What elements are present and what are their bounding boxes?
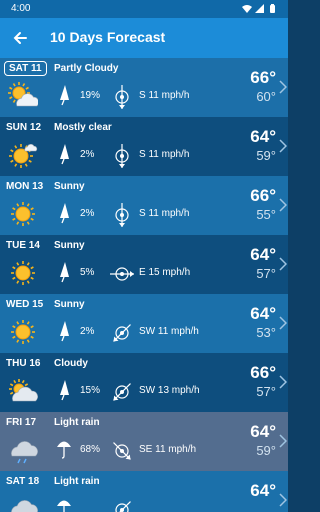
partly-cloudy-icon — [8, 81, 39, 111]
back-arrow-icon — [13, 32, 27, 44]
wind-speed: SW 13 mph/h — [139, 385, 200, 396]
wind-speed: S 11 mph/h — [139, 208, 190, 219]
day-label: TUE 14 — [6, 240, 40, 251]
precip-chance: 2% — [80, 149, 95, 160]
condition-label: Partly Cloudy — [54, 63, 119, 74]
back-button[interactable] — [6, 24, 34, 52]
temp-high: 64° — [250, 304, 276, 323]
umbrella-closed-icon — [56, 143, 72, 165]
precip-chance: 19% — [80, 90, 101, 101]
wind-compass-icon — [109, 261, 135, 287]
forecast-row[interactable]: WED 15 Sunny 2% SW 11 mph/h 64° 53° — [0, 294, 288, 353]
chevron-right-icon — [279, 198, 288, 212]
light-rain-icon — [8, 435, 38, 465]
temp-low: 59° — [256, 148, 276, 163]
umbrella-closed-icon — [56, 84, 72, 106]
chevron-right-icon — [279, 493, 288, 507]
temp-low: 55° — [256, 207, 276, 222]
forecast-row[interactable]: SAT 18 Light rain 64° — [0, 471, 288, 512]
precip-chance: 68% — [80, 444, 101, 455]
condition-label: Sunny — [54, 299, 85, 310]
wifi-icon — [242, 5, 252, 13]
day-label: SAT 11 — [4, 61, 47, 76]
mostly-clear-icon — [8, 140, 38, 170]
forecast-row[interactable]: MON 13 Sunny 2% S 11 mph/h 66° 55° — [0, 176, 288, 235]
umbrella-closed-icon — [56, 261, 72, 283]
temp-low: 60° — [256, 89, 276, 104]
app-bar: 10 Days Forecast — [0, 18, 288, 58]
wind-compass-icon — [109, 202, 135, 228]
temp-high: 64° — [250, 245, 276, 264]
wind-compass-icon — [109, 379, 135, 405]
status-time: 4:00 — [11, 3, 31, 14]
temp-low: 59° — [256, 443, 276, 458]
battery-icon — [270, 4, 275, 13]
temp-high: 64° — [250, 127, 276, 146]
precip-chance: 15% — [80, 385, 101, 396]
forecast-row[interactable]: THU 16 Cloudy 15% SW 13 mph/h 66° 57° — [0, 353, 288, 412]
light-rain-icon — [8, 494, 38, 512]
chevron-right-icon — [279, 257, 288, 271]
day-label: MON 13 — [6, 181, 44, 192]
forecast-row[interactable]: TUE 14 Sunny 5% E 15 mph/h 64° 57° — [0, 235, 288, 294]
status-bar: 4:00 — [0, 0, 288, 18]
page-title: 10 Days Forecast — [50, 29, 166, 45]
umbrella-closed-icon — [56, 320, 72, 342]
chevron-right-icon — [279, 139, 288, 153]
chevron-right-icon — [279, 80, 288, 94]
forecast-row[interactable]: FRI 17 Light rain 68% SE 11 mph/h 64° 59… — [0, 412, 288, 471]
temp-low: 57° — [256, 266, 276, 281]
chevron-right-icon — [279, 375, 288, 389]
temp-low: 53° — [256, 325, 276, 340]
umbrella-closed-icon — [56, 379, 72, 401]
umbrella-open-icon — [56, 497, 72, 512]
wind-compass-icon — [109, 497, 135, 512]
wind-speed: SW 11 mph/h — [139, 326, 199, 337]
sun-icon — [8, 199, 38, 229]
temp-high: 66° — [250, 363, 276, 382]
forecast-list[interactable]: SAT 11 Partly Cloudy 19% S 11 mph/h 66° … — [0, 58, 288, 512]
temp-high: 64° — [250, 481, 276, 500]
wind-compass-icon — [109, 143, 135, 169]
wind-speed: S 11 mph/h — [139, 149, 190, 160]
condition-label: Mostly clear — [54, 122, 112, 133]
chevron-right-icon — [279, 434, 288, 448]
forecast-row[interactable]: SAT 11 Partly Cloudy 19% S 11 mph/h 66° … — [0, 58, 288, 117]
day-label: FRI 17 — [6, 417, 37, 428]
wind-speed: E 15 mph/h — [139, 267, 191, 278]
day-label: SUN 12 — [6, 122, 42, 133]
condition-label: Sunny — [54, 181, 85, 192]
status-icons — [240, 4, 280, 14]
day-label: SAT 18 — [6, 476, 40, 487]
forecast-row[interactable]: SUN 12 Mostly clear 2% S 11 mph/h 64° 59… — [0, 117, 288, 176]
wind-compass-icon — [109, 320, 135, 346]
day-label: THU 16 — [6, 358, 41, 369]
condition-label: Cloudy — [54, 358, 88, 369]
cloudy-icon — [8, 376, 38, 406]
signal-icon — [255, 4, 264, 13]
sun-icon — [8, 317, 38, 347]
umbrella-open-icon — [56, 438, 72, 460]
precip-chance: 5% — [80, 267, 95, 278]
precip-chance: 2% — [80, 208, 95, 219]
temp-high: 64° — [250, 422, 276, 441]
sun-icon — [8, 258, 38, 288]
condition-label: Sunny — [54, 240, 85, 251]
wind-compass-icon — [109, 438, 135, 464]
precip-chance: 2% — [80, 326, 95, 337]
wind-compass-icon — [109, 84, 135, 110]
temp-high: 66° — [250, 186, 276, 205]
chevron-right-icon — [279, 316, 288, 330]
wind-speed: S 11 mph/h — [139, 90, 190, 101]
temp-high: 66° — [250, 68, 276, 87]
condition-label: Light rain — [54, 417, 100, 428]
umbrella-closed-icon — [56, 202, 72, 224]
condition-label: Light rain — [54, 476, 100, 487]
temp-low: 57° — [256, 384, 276, 399]
day-label: WED 15 — [6, 299, 44, 310]
wind-speed: SE 11 mph/h — [139, 444, 197, 455]
